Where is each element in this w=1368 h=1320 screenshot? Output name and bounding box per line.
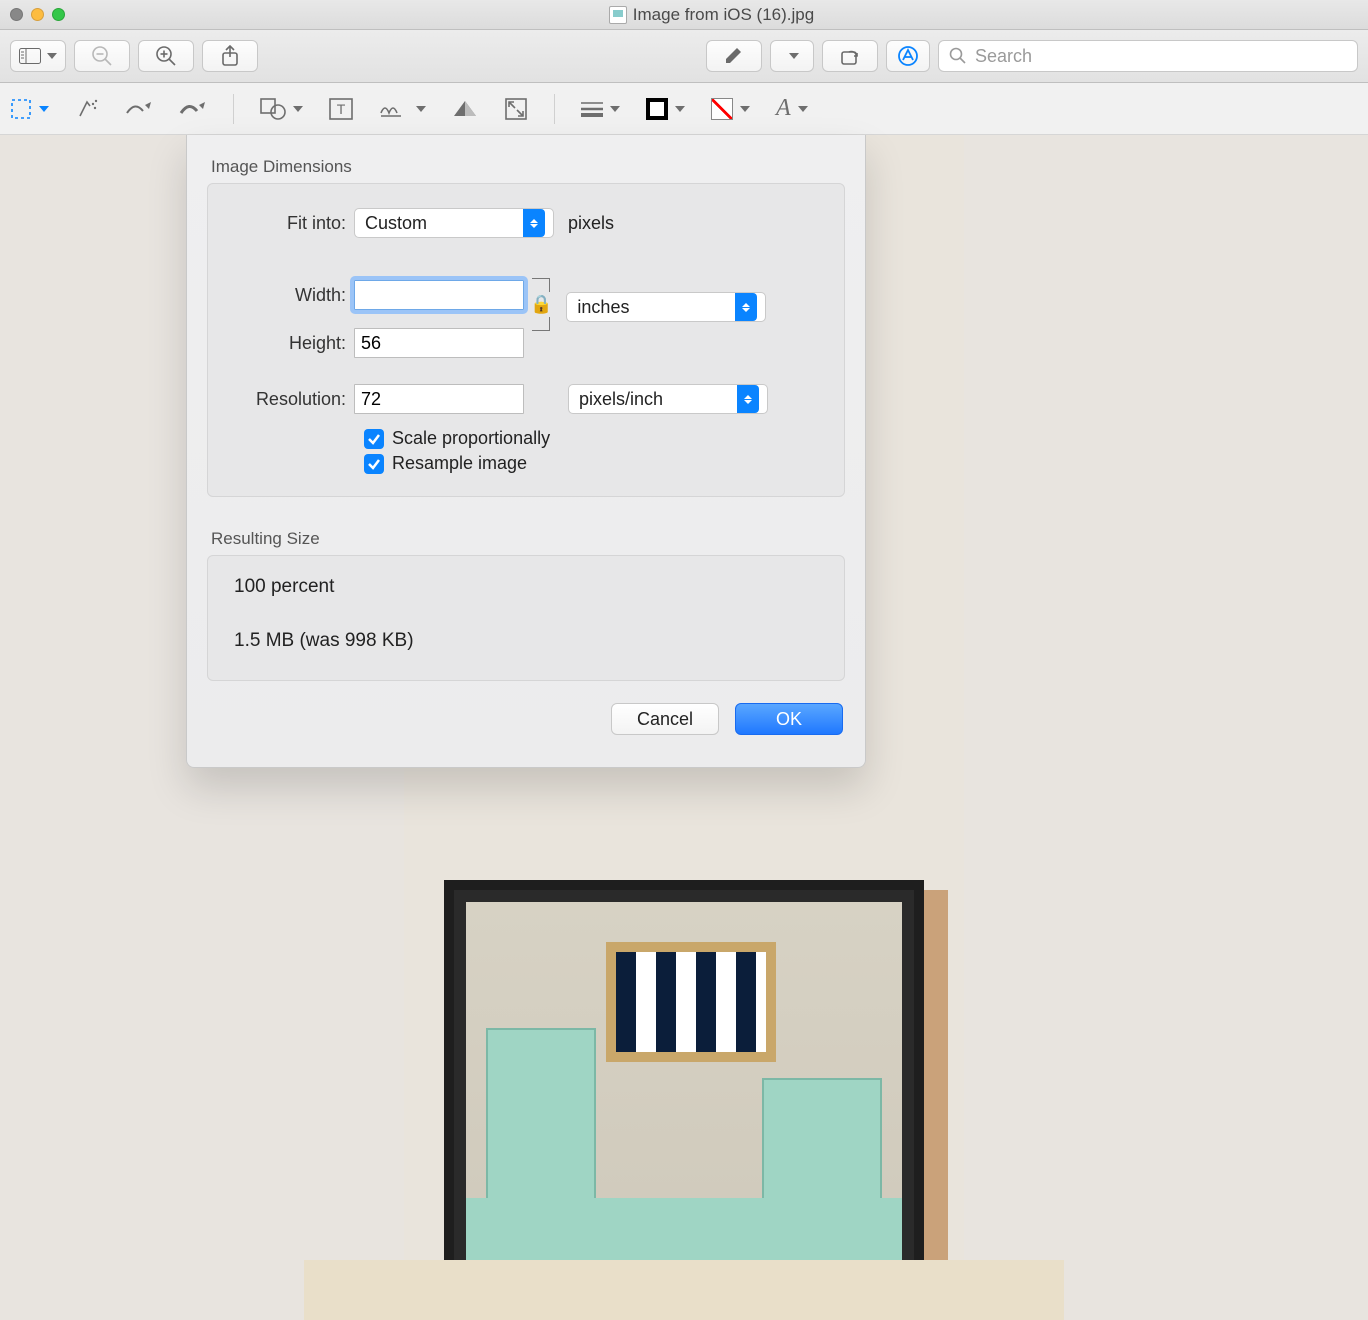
result-filesize: 1.5 MB (was 998 KB) — [224, 624, 828, 658]
select-arrow-icon — [735, 293, 757, 321]
cancel-button[interactable]: Cancel — [611, 703, 719, 735]
sign-tool[interactable] — [379, 99, 426, 119]
width-input[interactable] — [354, 280, 524, 310]
fill-color-tool[interactable] — [711, 98, 750, 120]
minimize-window-button[interactable] — [31, 8, 44, 21]
search-icon — [949, 47, 967, 65]
size-unit-select[interactable]: inches — [566, 292, 766, 322]
fit-into-label: Fit into: — [224, 213, 354, 234]
resolution-unit-select[interactable]: pixels/inch — [568, 384, 768, 414]
svg-text:T: T — [337, 101, 346, 117]
draw-tool[interactable] — [179, 99, 207, 119]
main-toolbar: Search — [0, 30, 1368, 83]
resolution-input[interactable] — [354, 384, 524, 414]
border-color-tool[interactable] — [646, 98, 685, 120]
sidebar-toggle-button[interactable] — [10, 40, 66, 72]
search-placeholder: Search — [975, 46, 1032, 67]
height-input[interactable] — [354, 328, 524, 358]
resample-image-checkbox[interactable] — [364, 454, 384, 474]
share-button[interactable] — [202, 40, 258, 72]
select-arrow-icon — [737, 385, 759, 413]
zoom-window-button[interactable] — [52, 8, 65, 21]
selection-tool[interactable] — [10, 98, 49, 120]
fit-into-select[interactable]: Custom — [354, 208, 554, 238]
zoom-out-button[interactable] — [74, 40, 130, 72]
highlight-tool-button[interactable] — [706, 40, 762, 72]
markup-toolbar: T A — [0, 83, 1368, 135]
text-style-tool[interactable]: A — [776, 95, 808, 122]
resulting-size-panel: 100 percent 1.5 MB (was 998 KB) — [207, 555, 845, 681]
image-dimensions-panel: Fit into: Custom pixels Width: Height: 🔒 — [207, 183, 845, 497]
close-window-button[interactable] — [10, 8, 23, 21]
window-title: Image from iOS (16).jpg — [633, 5, 814, 25]
instant-alpha-tool[interactable] — [75, 97, 99, 121]
resolution-label: Resolution: — [224, 389, 354, 410]
result-percent: 100 percent — [224, 570, 828, 604]
markup-toggle-button[interactable] — [886, 40, 930, 72]
ok-button[interactable]: OK — [735, 703, 843, 735]
image-dimensions-header: Image Dimensions — [187, 135, 865, 183]
adjust-size-tool[interactable] — [504, 97, 528, 121]
rotate-button[interactable] — [822, 40, 878, 72]
text-tool[interactable]: T — [329, 98, 353, 120]
zoom-in-button[interactable] — [138, 40, 194, 72]
shapes-tool[interactable] — [260, 98, 303, 120]
scale-proportionally-checkbox[interactable] — [364, 429, 384, 449]
highlight-style-dropdown[interactable] — [770, 40, 814, 72]
file-icon — [609, 6, 627, 24]
adjust-color-tool[interactable] — [452, 99, 478, 119]
select-arrow-icon — [523, 209, 545, 237]
titlebar: Image from iOS (16).jpg — [0, 0, 1368, 30]
resample-image-label: Resample image — [392, 453, 527, 474]
search-field[interactable]: Search — [938, 40, 1358, 72]
line-style-tool[interactable] — [581, 101, 620, 117]
scale-proportionally-label: Scale proportionally — [392, 428, 550, 449]
adjust-size-dialog: Image Dimensions Fit into: Custom pixels… — [186, 135, 866, 768]
resulting-size-header: Resulting Size — [187, 507, 865, 555]
lock-icon: 🔒 — [530, 294, 552, 315]
fit-into-unit: pixels — [568, 213, 614, 234]
window-controls — [10, 8, 65, 21]
width-label: Width: — [224, 285, 354, 306]
sketch-tool[interactable] — [125, 99, 153, 119]
height-label: Height: — [224, 333, 354, 354]
